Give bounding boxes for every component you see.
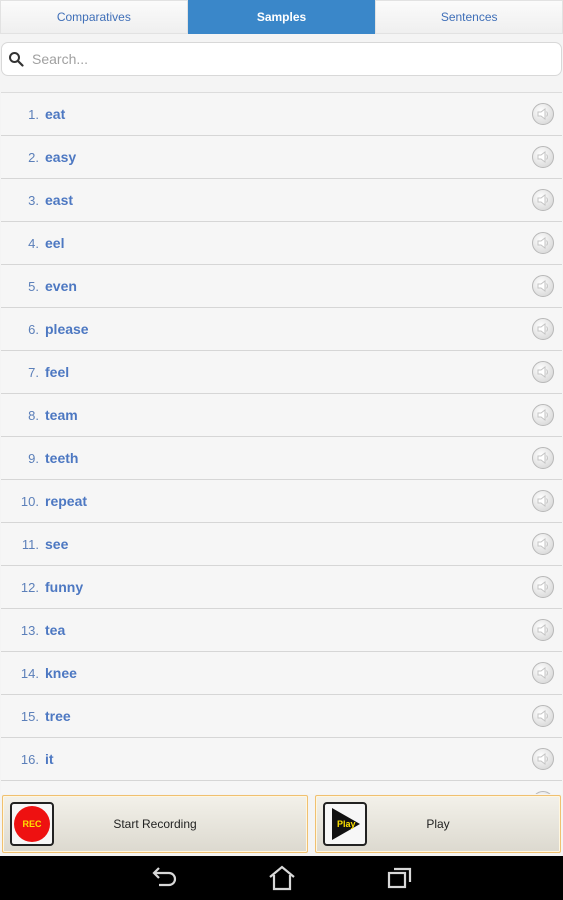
item-number: 7. [28, 364, 39, 380]
recent-apps-button[interactable] [378, 860, 422, 896]
list-item[interactable]: 10. repeat [1, 480, 562, 523]
list-item[interactable]: 7. feel [1, 351, 562, 394]
rec-icon: REC [14, 806, 50, 842]
play-button[interactable]: Play Play [315, 795, 561, 853]
item-word: please [45, 321, 89, 337]
item-word: even [45, 278, 77, 294]
item-word: funny [45, 579, 84, 595]
list-item[interactable]: 13. tea [1, 609, 562, 652]
speaker-icon[interactable] [532, 490, 554, 512]
item-number: 11. [21, 536, 39, 552]
system-navbar [0, 856, 563, 900]
speaker-icon[interactable] [532, 146, 554, 168]
list-item[interactable]: 8. team [1, 394, 562, 437]
item-word: it [45, 751, 54, 767]
item-word: see [45, 536, 69, 552]
back-button[interactable] [142, 860, 186, 896]
tab-bar: Comparatives Samples Sentences [0, 0, 563, 34]
speaker-icon[interactable] [532, 189, 554, 211]
item-number: 10. [20, 493, 39, 509]
item-number: 16. [20, 751, 39, 767]
tab-sentences[interactable]: Sentences [375, 0, 563, 34]
item-number: 2. [28, 149, 39, 165]
list-item[interactable]: 14. knee [1, 652, 562, 695]
start-recording-label: Start Recording [113, 817, 197, 831]
list-item[interactable]: 11. see [1, 523, 562, 566]
speaker-icon[interactable] [532, 232, 554, 254]
item-number: 15. [20, 708, 39, 724]
list-item[interactable]: 16. it [1, 738, 562, 781]
list-item[interactable]: 12. funny [1, 566, 562, 609]
app-window: Comparatives Samples Sentences 1. eat 2. ea… [0, 0, 563, 900]
item-number: 8. [28, 407, 39, 423]
tab-comparatives[interactable]: Comparatives [0, 0, 188, 34]
speaker-icon[interactable] [532, 705, 554, 727]
list-item[interactable]: 9. teeth [1, 437, 562, 480]
list-item[interactable]: 15. tree [1, 695, 562, 738]
start-recording-button[interactable]: REC Start Recording [2, 795, 308, 853]
item-number: 5. [28, 278, 39, 294]
item-word: tree [45, 708, 71, 724]
item-word: tea [45, 622, 66, 638]
item-word: eat [45, 106, 66, 122]
list-item[interactable]: 3. east [1, 179, 562, 222]
search-input[interactable] [30, 50, 514, 68]
rec-icon-frame: REC [10, 802, 54, 846]
item-number: 9. [28, 450, 39, 466]
list-item[interactable]: 6. please [1, 308, 562, 351]
list-item[interactable]: 5. even [1, 265, 562, 308]
speaker-icon[interactable] [532, 619, 554, 641]
item-number: 6. [28, 321, 39, 337]
search-icon [8, 51, 24, 67]
item-word: eel [45, 235, 65, 251]
list-item[interactable]: 2. easy [1, 136, 562, 179]
list-item[interactable]: 17.inch [1, 781, 562, 795]
speaker-icon[interactable] [532, 447, 554, 469]
item-word: easy [45, 149, 77, 165]
speaker-icon[interactable] [532, 103, 554, 125]
item-number: 3. [28, 192, 39, 208]
speaker-icon[interactable] [532, 318, 554, 340]
list-item[interactable]: 4. eel [1, 222, 562, 265]
search-box[interactable] [1, 42, 562, 76]
word-list[interactable]: 1. eat 2. easy 3. east 4. eel 5. even 6. please 7. fe… [1, 92, 562, 795]
speaker-icon[interactable] [532, 533, 554, 555]
item-word: feel [45, 364, 70, 380]
item-word: repeat [45, 493, 88, 509]
item-number: 12. [20, 579, 39, 595]
item-number: 4. [28, 235, 39, 251]
item-number: 13. [20, 622, 39, 638]
speaker-icon[interactable] [532, 662, 554, 684]
play-icon: Play [332, 808, 360, 840]
bottom-controls: REC Start Recording Play Play [0, 794, 563, 856]
home-icon [268, 865, 295, 891]
home-button[interactable] [260, 860, 304, 896]
item-word: team [45, 407, 78, 423]
speaker-icon[interactable] [532, 748, 554, 770]
speaker-icon[interactable] [532, 576, 554, 598]
item-word: knee [45, 665, 77, 681]
back-icon [151, 867, 176, 887]
speaker-icon[interactable] [532, 404, 554, 426]
item-word: teeth [45, 450, 79, 466]
recent-apps-icon [387, 867, 411, 889]
item-number: 14. [20, 665, 39, 681]
item-word: east [45, 192, 74, 208]
item-number: 1. [28, 106, 39, 122]
speaker-icon[interactable] [532, 361, 554, 383]
search-bar [0, 42, 563, 76]
play-icon-frame: Play [323, 802, 367, 846]
play-label: Play [426, 817, 450, 831]
svg-text:Play: Play [337, 819, 356, 829]
tab-samples[interactable]: Samples [187, 0, 376, 34]
speaker-icon[interactable] [532, 275, 554, 297]
list-item[interactable]: 1. eat [1, 93, 562, 136]
